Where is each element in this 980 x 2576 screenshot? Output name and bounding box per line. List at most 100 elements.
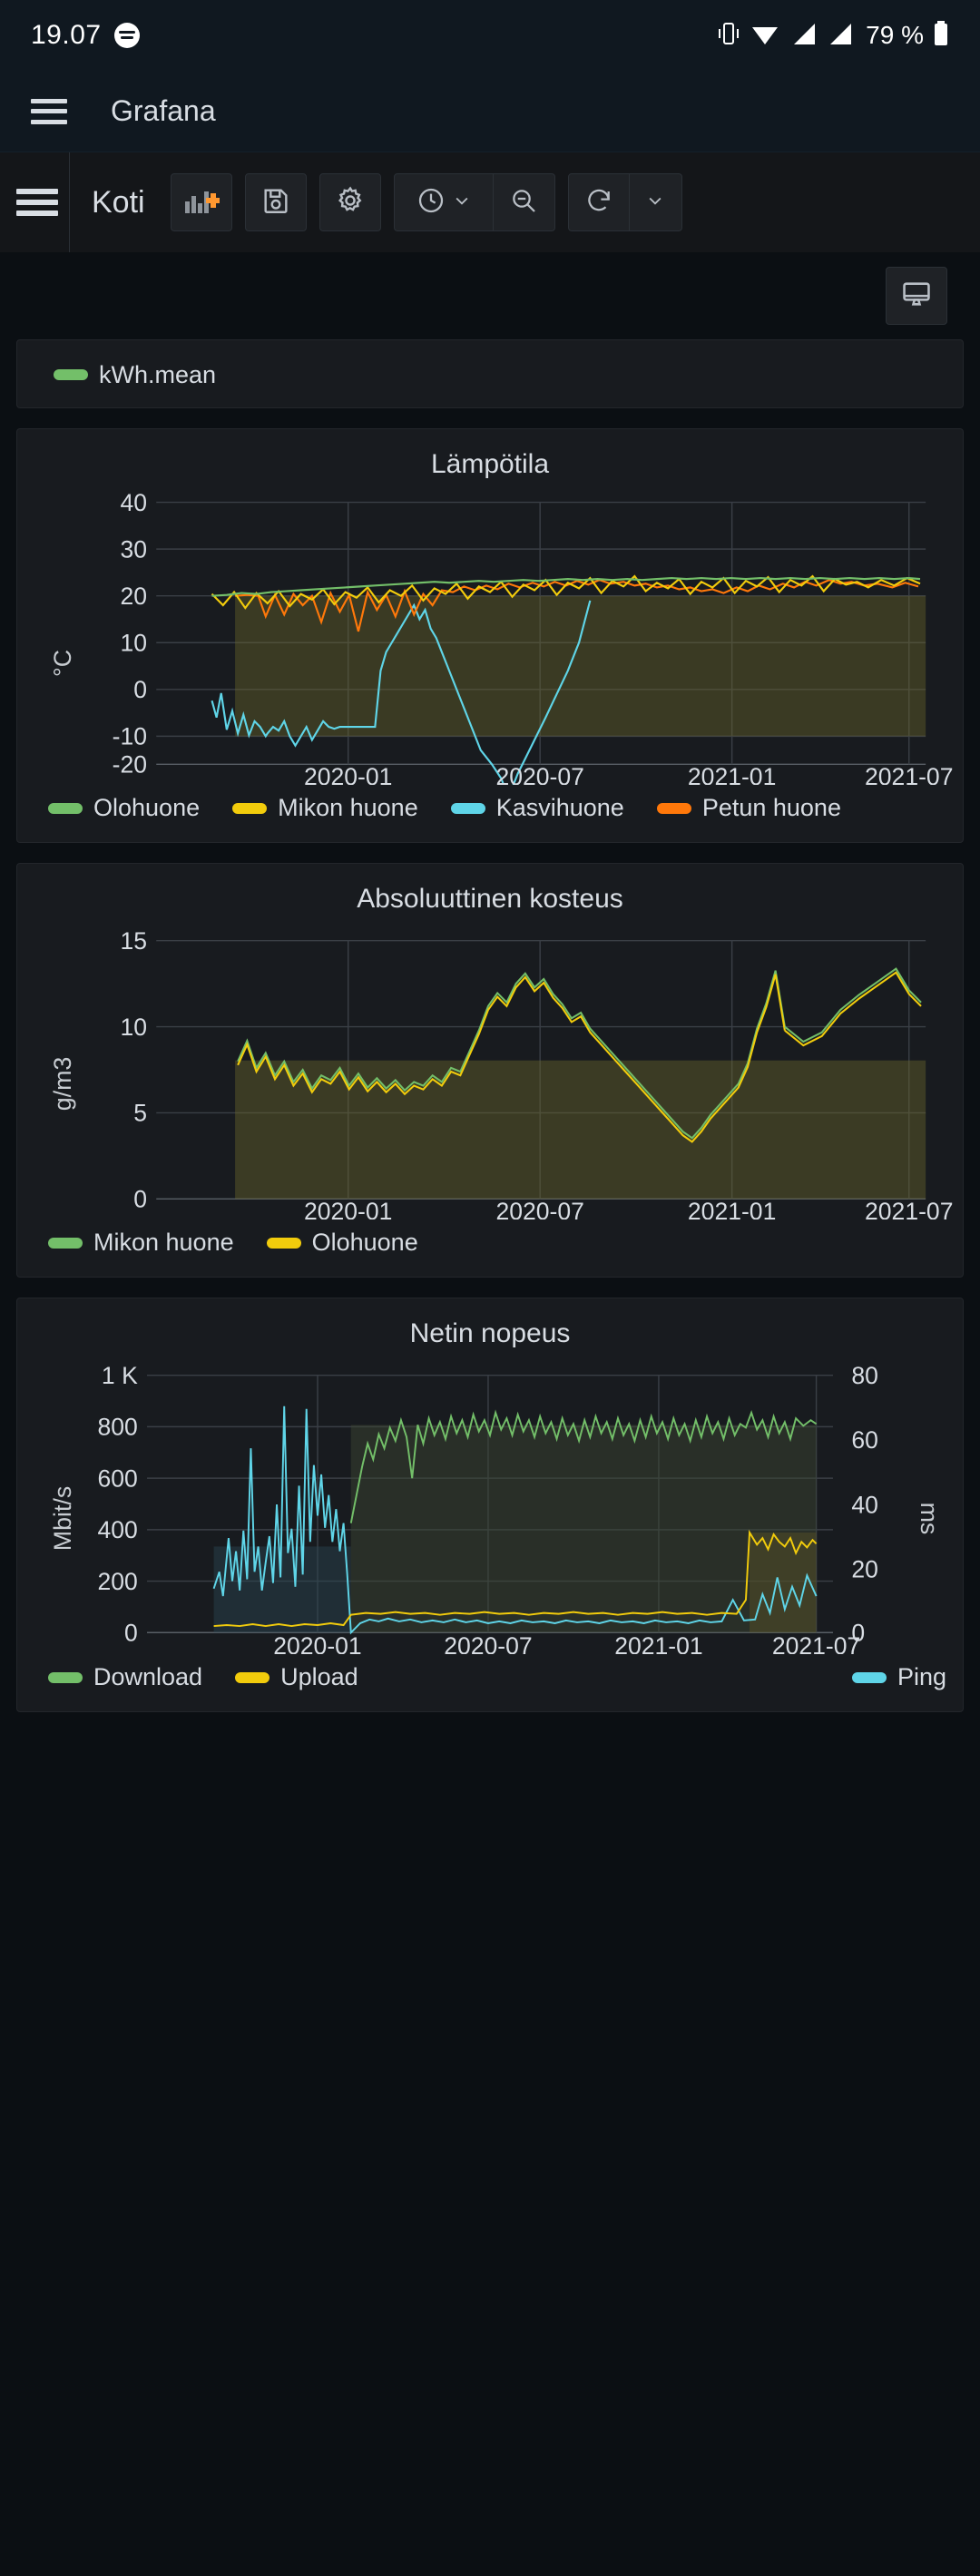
battery-percent-label: 79 % <box>866 21 924 49</box>
time-picker-button[interactable] <box>393 173 494 231</box>
panel-title: Absoluuttinen kosteus <box>357 884 623 914</box>
legend-item[interactable]: Mikon huone <box>48 1229 234 1257</box>
legend-item[interactable]: Upload <box>235 1663 358 1691</box>
chevron-down-icon <box>453 191 471 214</box>
legend-item[interactable]: kWh.mean <box>54 361 216 389</box>
chart-canvas: 40 30 20 10 0 -10 -20 °C 2020-01 2020-07… <box>49 489 953 785</box>
legend-label: Ping <box>897 1663 946 1690</box>
svg-text:2020-01: 2020-01 <box>273 1632 361 1654</box>
magnifier-minus-icon <box>509 186 538 220</box>
netin-nopeus-chart[interactable]: 1 K 800 600 400 200 0 Mbit/s 80 60 40 20… <box>17 1355 963 1654</box>
legend-item[interactable]: Olohuone <box>48 794 200 822</box>
svg-text:10: 10 <box>120 629 147 656</box>
legend-label: kWh.mean <box>99 360 217 388</box>
svg-text:1 K: 1 K <box>102 1362 138 1389</box>
legend-label: Download <box>93 1663 203 1690</box>
svg-text:2020-07: 2020-07 <box>495 1198 583 1219</box>
kosteus-chart[interactable]: 15 10 5 0 g/m3 2020-01 2020-07 2021-01 2… <box>17 920 963 1219</box>
svg-text:2021-07: 2021-07 <box>865 1198 953 1219</box>
legend-label: Kasvihuone <box>495 794 624 821</box>
app-brand-label: Grafana <box>111 94 216 127</box>
vibrate-icon <box>717 20 740 52</box>
legend-item[interactable]: Petun huone <box>656 794 841 822</box>
svg-text:0: 0 <box>133 676 147 703</box>
page-title: Koti <box>92 184 145 220</box>
series-fill <box>235 1060 926 1200</box>
legend-swatch <box>450 802 485 814</box>
panel-legend: Mikon huone Olohuone <box>17 1219 963 1277</box>
gear-icon <box>335 185 366 220</box>
clock-icon <box>416 186 446 220</box>
legend-swatch <box>48 1237 83 1249</box>
android-status-bar: 19.07 79 % <box>0 0 980 71</box>
x-axis-ticks: 2020-01 2020-07 2021-01 2021-07 <box>304 1198 953 1219</box>
legend-swatch <box>851 1671 887 1683</box>
y-axis-right-label: ms <box>916 1503 943 1535</box>
netin-nopeus-panel: Netin nopeus 1 K 800 600 400 200 0 Mbit/… <box>16 1298 964 1712</box>
refresh-interval-button[interactable] <box>629 173 682 231</box>
toolbar-group-save <box>244 173 307 231</box>
legend-label: Olohuone <box>93 794 201 821</box>
svg-text:2020-07: 2020-07 <box>495 763 583 785</box>
panel-legend: Download Upload Ping <box>17 1654 963 1711</box>
svg-text:2021-01: 2021-01 <box>614 1632 702 1654</box>
legend-item[interactable]: Mikon huone <box>232 794 418 822</box>
monitor-icon <box>901 279 932 314</box>
svg-text:20: 20 <box>120 583 147 610</box>
lampotila-panel: Lämpötila 40 30 20 10 0 -10 -20 °C 2020-… <box>16 428 964 843</box>
chart-canvas: 15 10 5 0 g/m3 2020-01 2020-07 2021-01 2… <box>49 927 953 1219</box>
legend-item[interactable]: Olohuone <box>266 1229 418 1257</box>
series-fill <box>235 595 926 737</box>
kosteus-panel: Absoluuttinen kosteus 15 10 5 0 g/m3 202… <box>16 863 964 1278</box>
svg-text:40: 40 <box>120 489 147 516</box>
svg-text:30: 30 <box>120 535 147 563</box>
svg-text:10: 10 <box>120 1014 147 1041</box>
hamburger-icon[interactable] <box>31 98 67 124</box>
legend-label: Upload <box>280 1663 358 1690</box>
legend-swatch <box>54 369 88 380</box>
panel-title: Lämpötila <box>430 449 550 479</box>
zoom-out-button[interactable] <box>493 173 555 231</box>
toolbar-group-settings <box>318 173 381 231</box>
save-dashboard-button[interactable] <box>244 173 307 231</box>
x-axis-ticks: 2020-01 2020-07 2021-01 2021-07 <box>304 763 953 785</box>
y-axis-left-label: Mbit/s <box>49 1486 76 1551</box>
svg-text:0: 0 <box>124 1619 138 1646</box>
legend-item[interactable]: Kasvihuone <box>450 794 624 822</box>
status-bar-clock: 19.07 <box>31 20 102 50</box>
svg-text:2021-01: 2021-01 <box>688 763 776 785</box>
svg-text:0: 0 <box>133 1185 147 1212</box>
svg-text:15: 15 <box>120 927 147 955</box>
status-bar-left: 19.07 <box>31 20 140 51</box>
svg-text:2020-01: 2020-01 <box>304 763 392 785</box>
svg-text:2021-07: 2021-07 <box>772 1632 860 1654</box>
y-axis-right-ticks: 80 60 40 20 0 <box>851 1362 878 1647</box>
kiosk-mode-button[interactable] <box>886 267 947 325</box>
y-axis-label: g/m3 <box>49 1057 76 1112</box>
legend-swatch <box>266 1237 301 1249</box>
download-fill <box>350 1425 817 1633</box>
wifi-icon <box>750 20 780 52</box>
panel-title: Netin nopeus <box>409 1318 571 1348</box>
y-axis-ticks: 40 30 20 10 0 -10 -20 <box>113 489 147 779</box>
legend-label: Olohuone <box>311 1229 418 1256</box>
dashboard-settings-button[interactable] <box>318 173 381 231</box>
svg-text:2020-07: 2020-07 <box>444 1632 532 1654</box>
svg-text:200: 200 <box>97 1568 137 1595</box>
toolbar-divider <box>69 152 70 252</box>
battery-icon <box>933 20 949 52</box>
kiosk-button-row <box>0 252 980 339</box>
svg-text:20: 20 <box>851 1555 878 1582</box>
legend-item[interactable]: Download <box>48 1663 202 1691</box>
legend-swatch <box>656 802 691 814</box>
refresh-button[interactable] <box>567 173 630 231</box>
svg-text:2020-01: 2020-01 <box>304 1198 392 1219</box>
svg-text:2021-01: 2021-01 <box>688 1198 776 1219</box>
legend-swatch <box>232 802 268 814</box>
spotify-icon <box>113 23 140 48</box>
hamburger-icon[interactable] <box>16 189 58 216</box>
svg-text:-20: -20 <box>113 750 147 778</box>
add-panel-button[interactable] <box>170 173 232 231</box>
lampotila-chart[interactable]: 40 30 20 10 0 -10 -20 °C 2020-01 2020-07… <box>17 485 963 785</box>
legend-item[interactable]: Ping <box>851 1663 946 1691</box>
